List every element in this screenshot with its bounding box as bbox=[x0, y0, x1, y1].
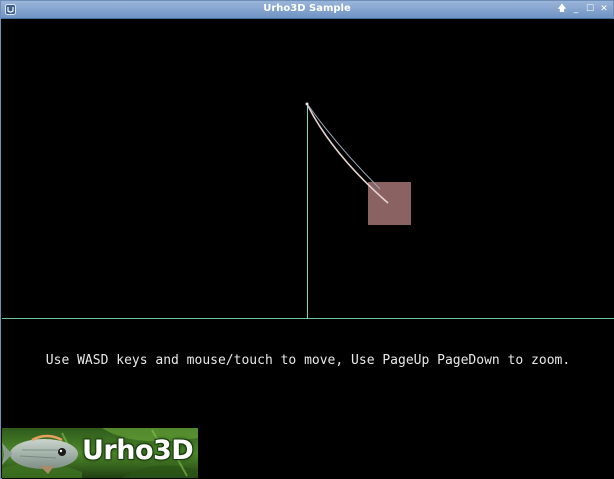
keep-above-icon[interactable]: 🡅 bbox=[556, 3, 568, 15]
instruction-text: Use WASD keys and mouse/touch to move, U… bbox=[45, 353, 571, 368]
scene-canvas bbox=[2, 102, 614, 319]
app-window: Urho3D Sample 🡅 _ ☐ ✕ Use WASD keys and … bbox=[0, 0, 614, 479]
close-icon[interactable]: ✕ bbox=[598, 3, 610, 15]
maximize-icon[interactable]: ☐ bbox=[584, 3, 596, 15]
window-title: Urho3D Sample bbox=[263, 3, 351, 14]
hanging-box bbox=[368, 182, 411, 225]
title-bar[interactable]: Urho3D Sample 🡅 _ ☐ ✕ bbox=[1, 1, 613, 19]
rope-link-shadow bbox=[307, 104, 381, 190]
rope-anchor bbox=[305, 102, 309, 106]
render-viewport[interactable]: Use WASD keys and mouse/touch to move, U… bbox=[2, 19, 614, 479]
minimize-icon[interactable]: _ bbox=[570, 3, 582, 15]
urho3d-logo: Urho3D bbox=[2, 428, 198, 478]
logo-text: Urho3D bbox=[82, 435, 194, 466]
